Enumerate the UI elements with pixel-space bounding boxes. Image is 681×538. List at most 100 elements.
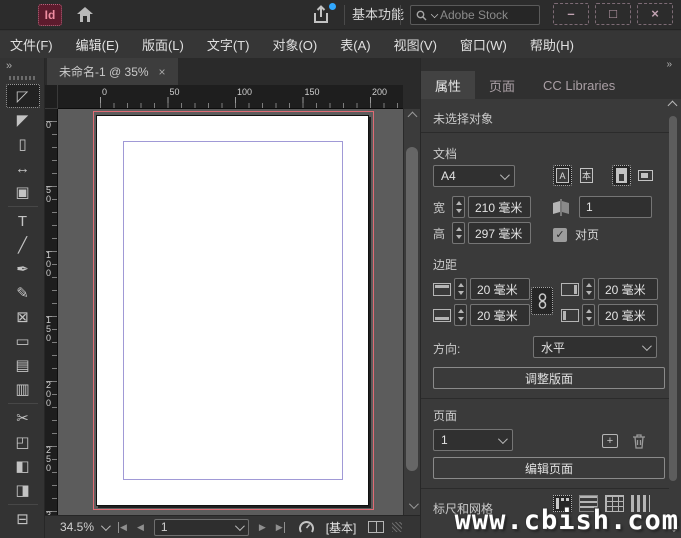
menu-item[interactable]: 版面(L) bbox=[142, 35, 184, 54]
link-margins-button[interactable] bbox=[531, 287, 553, 315]
margin-outside-stepper[interactable] bbox=[582, 304, 595, 326]
share-icon[interactable] bbox=[312, 3, 336, 25]
menu-item[interactable]: 帮助(H) bbox=[530, 35, 574, 54]
search-input[interactable]: Adobe Stock bbox=[410, 5, 540, 25]
scrollbar-thumb[interactable] bbox=[669, 116, 677, 481]
menu-item[interactable]: 表(A) bbox=[340, 35, 370, 54]
close-button[interactable]: × bbox=[637, 3, 673, 25]
page-size-select[interactable]: A4 bbox=[433, 165, 515, 187]
add-page-button[interactable]: + bbox=[602, 434, 618, 448]
margin-bottom-stepper[interactable] bbox=[454, 304, 467, 326]
selection-tool[interactable]: ◸ bbox=[5, 84, 40, 108]
tab-close-icon[interactable]: × bbox=[159, 65, 166, 79]
toolbar-expand-icon[interactable]: » bbox=[6, 60, 12, 72]
facing-pages-checkbox[interactable]: ✓ bbox=[553, 227, 567, 242]
type-tool[interactable]: T bbox=[6, 209, 40, 233]
maximize-button[interactable]: □ bbox=[595, 3, 631, 25]
previous-page-button[interactable]: ◀ bbox=[137, 522, 144, 533]
height-label: 高 bbox=[433, 226, 446, 241]
pages-current-select[interactable]: 1 bbox=[433, 429, 513, 451]
height-field[interactable]: 297 毫米 bbox=[468, 222, 531, 244]
page-tool[interactable]: ▯ bbox=[6, 132, 40, 156]
panel-tab-pages[interactable]: 页面 bbox=[475, 71, 529, 99]
vertical-ruler[interactable]: 0501001502002503 bbox=[45, 109, 58, 520]
preflight-menu[interactable] bbox=[298, 520, 314, 535]
toolbar-grip-handle[interactable] bbox=[9, 76, 35, 80]
edit-pages-button[interactable]: 编辑页面 bbox=[433, 457, 665, 479]
margin-bottom-icon bbox=[433, 308, 451, 322]
delete-page-trash-icon[interactable] bbox=[632, 433, 646, 449]
frame-tool[interactable]: ⊠ bbox=[6, 305, 40, 329]
document-tab[interactable]: 未命名-1 @ 35% × bbox=[47, 58, 178, 85]
margin-inside-stepper[interactable] bbox=[582, 278, 595, 300]
scroll-up-icon[interactable] bbox=[667, 100, 678, 111]
pen-tool[interactable]: ✒ bbox=[6, 257, 40, 281]
indesign-app-icon[interactable]: Id bbox=[38, 4, 62, 26]
margin-top-field[interactable]: 20 毫米 bbox=[470, 278, 530, 300]
width-stepper[interactable] bbox=[452, 196, 465, 218]
width-label: 宽 bbox=[433, 200, 446, 215]
menu-item[interactable]: 对象(O) bbox=[272, 35, 317, 54]
last-page-button[interactable]: ▶ bbox=[276, 521, 285, 533]
orientation-landscape-button[interactable] bbox=[636, 165, 655, 186]
page-spread[interactable] bbox=[96, 115, 369, 506]
margin-outside-icon bbox=[561, 308, 579, 322]
vertical-grid-tool[interactable]: ▥ bbox=[6, 377, 40, 401]
pasteboard[interactable] bbox=[58, 109, 403, 515]
zoom-level-control[interactable]: 34.5% bbox=[60, 520, 111, 534]
pencil-tool[interactable]: ✎ bbox=[6, 281, 40, 305]
note-tool[interactable]: ⊟ bbox=[6, 507, 40, 531]
ruler-origin-box[interactable] bbox=[45, 85, 58, 109]
next-page-button[interactable]: ▶ bbox=[259, 522, 266, 533]
menu-item[interactable]: 视图(V) bbox=[394, 35, 437, 54]
margin-inside-field[interactable]: 20 毫米 bbox=[598, 278, 658, 300]
spread-view-icon[interactable] bbox=[368, 521, 385, 533]
text-direction-horizontal-button[interactable]: A bbox=[553, 165, 572, 186]
panel-tab-cc-libraries[interactable]: CC Libraries bbox=[529, 71, 629, 99]
first-page-button[interactable]: ◀ bbox=[118, 521, 127, 533]
resize-grip[interactable] bbox=[392, 522, 403, 532]
preflight-profile-label[interactable]: [基本] bbox=[326, 519, 357, 536]
height-stepper[interactable] bbox=[452, 222, 465, 244]
scroll-up-icon[interactable] bbox=[407, 111, 418, 122]
width-field[interactable]: 210 毫米 bbox=[468, 196, 531, 218]
status-bar: 34.5% ◀ ◀ 1 ▶ ▶ [基本] bbox=[45, 515, 420, 538]
page-number-dropdown[interactable]: 1 bbox=[153, 518, 249, 536]
margin-top-stepper[interactable] bbox=[454, 278, 467, 300]
scrollbar-thumb[interactable] bbox=[406, 147, 418, 471]
direction-select[interactable]: 水平 bbox=[533, 336, 657, 358]
home-icon[interactable] bbox=[76, 6, 94, 23]
horizontal-grid-tool[interactable]: ▤ bbox=[6, 353, 40, 377]
workspace-switcher[interactable]: 基本功能 bbox=[352, 4, 422, 26]
notification-dot bbox=[329, 3, 336, 10]
panel-tab-properties[interactable]: 属性 bbox=[421, 71, 476, 99]
scroll-down-icon[interactable] bbox=[408, 499, 419, 510]
margin-outside-field[interactable]: 20 毫米 bbox=[598, 304, 658, 326]
content-collector-tool[interactable]: ▣ bbox=[6, 180, 40, 204]
zoom-level-value: 34.5% bbox=[60, 520, 95, 534]
panel-collapse-icon[interactable]: » bbox=[666, 59, 672, 70]
menu-item[interactable]: 文字(T) bbox=[207, 35, 250, 54]
direct-selection-tool[interactable]: ◤ bbox=[6, 108, 40, 132]
margin-bottom-field[interactable]: 20 毫米 bbox=[470, 304, 530, 326]
menu-item[interactable]: 编辑(E) bbox=[76, 35, 119, 54]
minimize-button[interactable]: – bbox=[553, 3, 589, 25]
gradient-swatch-tool[interactable]: ◧ bbox=[6, 454, 40, 478]
rectangle-tool[interactable]: ▭ bbox=[6, 329, 40, 353]
menu-item[interactable]: 文件(F) bbox=[10, 35, 53, 54]
vertical-scrollbar[interactable] bbox=[403, 109, 420, 515]
orientation-portrait-button[interactable] bbox=[612, 165, 631, 186]
ruler-tick-label: 0 bbox=[46, 120, 52, 130]
free-transform-tool[interactable]: ◰ bbox=[6, 430, 40, 454]
text-direction-vertical-button[interactable]: 本 bbox=[577, 165, 596, 186]
divider bbox=[344, 5, 345, 25]
adjust-layout-button[interactable]: 调整版面 bbox=[433, 367, 665, 389]
menu-item[interactable]: 窗口(W) bbox=[460, 35, 507, 54]
gradient-feather-tool[interactable]: ◨ bbox=[6, 478, 40, 502]
horizontal-ruler[interactable]: 0 50 100 150 200 bbox=[58, 85, 403, 109]
scissors-tool[interactable]: ✂ bbox=[6, 406, 40, 430]
panel-scrollbar[interactable] bbox=[667, 100, 679, 533]
page-count-field[interactable]: 1 bbox=[579, 196, 652, 218]
line-tool[interactable]: ╱ bbox=[6, 233, 40, 257]
gap-tool[interactable]: ↔ bbox=[6, 156, 40, 180]
